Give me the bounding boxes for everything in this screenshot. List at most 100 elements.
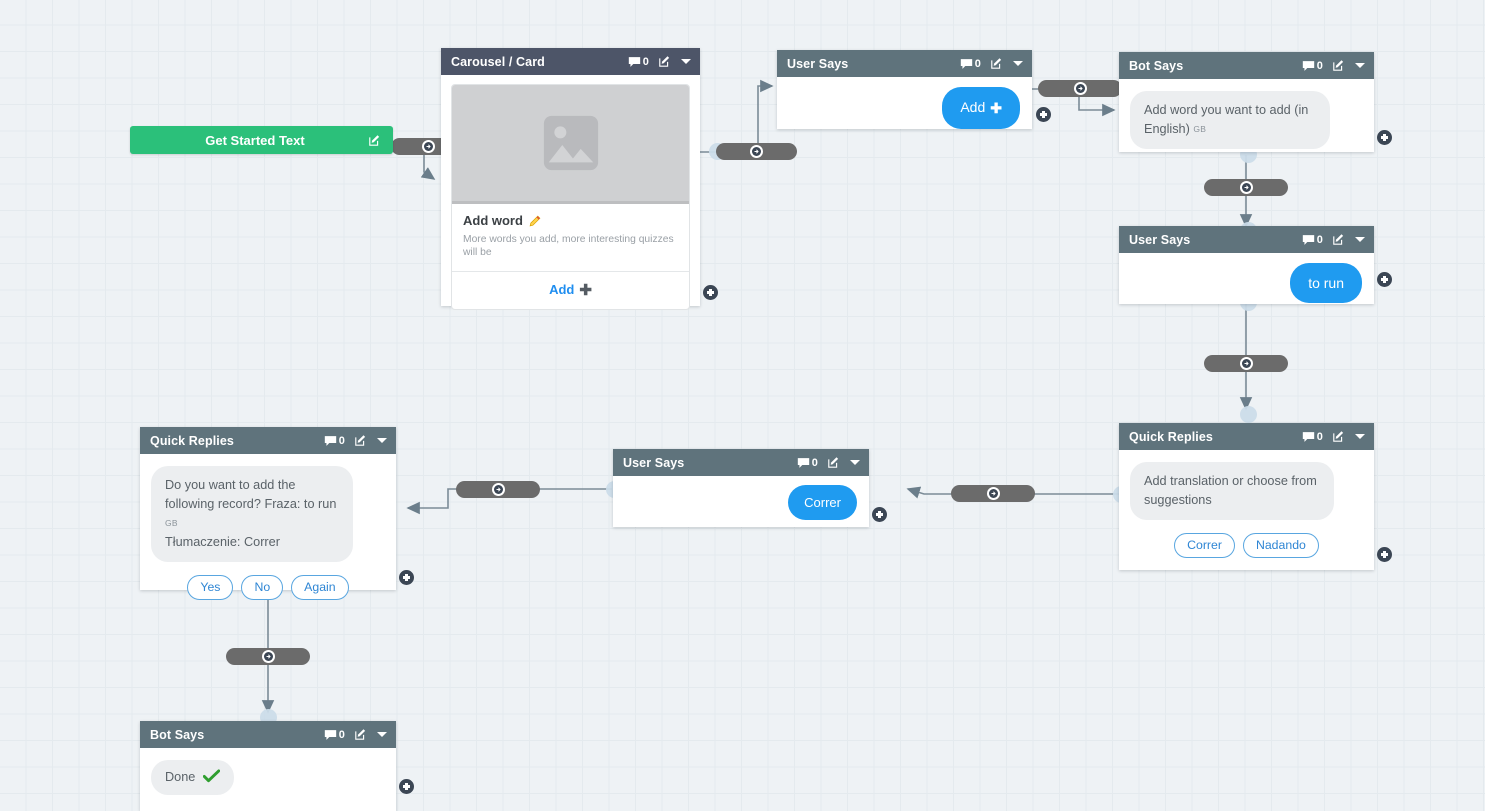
edit-icon[interactable] bbox=[658, 55, 671, 68]
language-flag: GB bbox=[165, 518, 178, 528]
node-header[interactable]: User Says 0 bbox=[613, 449, 869, 476]
comment-badge[interactable]: 0 bbox=[1302, 60, 1323, 72]
card-title-text: Add word bbox=[463, 213, 523, 228]
edit-icon[interactable] bbox=[827, 456, 840, 469]
quick-reply-chip[interactable]: Yes bbox=[187, 575, 234, 600]
quick-reply-chip[interactable]: Correr bbox=[1174, 533, 1235, 558]
flow-canvas[interactable]: Get Started Text Carousel / Card 0 Add w… bbox=[0, 0, 1485, 811]
bot-message-bubble[interactable]: Do you want to add the following record?… bbox=[151, 466, 353, 562]
node-user-says-to-run[interactable]: User Says 0 to run bbox=[1119, 226, 1392, 304]
comment-icon bbox=[1302, 234, 1314, 245]
bot-message-bubble[interactable]: Done bbox=[151, 760, 234, 795]
node-user-says-correr[interactable]: User Says 0 Correr bbox=[613, 449, 887, 527]
node-header[interactable]: User Says 0 bbox=[1119, 226, 1374, 253]
comment-badge[interactable]: 0 bbox=[960, 58, 981, 70]
add-node-port[interactable] bbox=[703, 285, 718, 300]
comment-badge[interactable]: 0 bbox=[1302, 234, 1323, 246]
chevron-down-icon[interactable] bbox=[1355, 63, 1365, 68]
connector-pill[interactable] bbox=[1204, 179, 1288, 196]
edit-icon[interactable] bbox=[1332, 233, 1345, 246]
connector-pill[interactable] bbox=[1038, 80, 1122, 97]
plus-icon: ✚ bbox=[990, 100, 1002, 116]
node-quick-replies-confirm[interactable]: Quick Replies 0 Do you want to add the f… bbox=[140, 427, 414, 600]
connector-arrow-icon bbox=[1073, 82, 1087, 95]
quick-reply-chip[interactable]: No bbox=[241, 575, 284, 600]
node-title: User Says bbox=[787, 56, 849, 71]
comment-count: 0 bbox=[1316, 430, 1323, 443]
plus-icon: ✚ bbox=[579, 282, 592, 299]
edit-icon[interactable] bbox=[990, 57, 1003, 70]
carousel-card[interactable]: Add word More words you add, more intere… bbox=[451, 84, 690, 310]
connector-arrow-icon bbox=[986, 487, 1000, 500]
add-node-port[interactable] bbox=[399, 570, 414, 585]
node-bot-says-done[interactable]: Bot Says 0 Done bbox=[140, 721, 414, 811]
chevron-down-icon[interactable] bbox=[681, 59, 691, 64]
connector-pill[interactable] bbox=[1204, 355, 1288, 372]
comment-count: 0 bbox=[1316, 59, 1323, 72]
chevron-down-icon[interactable] bbox=[1013, 61, 1023, 66]
chevron-down-icon[interactable] bbox=[1355, 237, 1365, 242]
check-icon bbox=[202, 769, 221, 783]
chevron-down-icon[interactable] bbox=[850, 460, 860, 465]
node-header[interactable]: Carousel / Card 0 bbox=[441, 48, 700, 75]
connector-arrow-icon bbox=[422, 140, 435, 153]
edit-icon[interactable] bbox=[1332, 59, 1345, 72]
connector-pill[interactable] bbox=[951, 485, 1035, 502]
get-started-button[interactable]: Get Started Text bbox=[130, 126, 393, 154]
comment-icon bbox=[324, 729, 336, 740]
user-message-text: Add bbox=[960, 99, 986, 115]
comment-badge[interactable]: 0 bbox=[797, 457, 818, 469]
quick-reply-chips: Correr Nadando bbox=[1130, 533, 1363, 558]
chevron-down-icon[interactable] bbox=[377, 732, 387, 737]
connector-pill[interactable] bbox=[226, 648, 310, 665]
chevron-down-icon[interactable] bbox=[377, 438, 387, 443]
edit-icon[interactable] bbox=[354, 434, 367, 447]
bot-message-bubble[interactable]: Add translation or choose from suggestio… bbox=[1130, 462, 1334, 520]
user-message-bubble[interactable]: Add ✚ bbox=[942, 87, 1020, 129]
quick-reply-chip[interactable]: Nadando bbox=[1242, 533, 1319, 558]
node-user-says-add[interactable]: User Says 0 Add ✚ bbox=[777, 50, 1051, 129]
node-bot-says-add-word[interactable]: Bot Says 0 Add word you want to add (in … bbox=[1119, 52, 1392, 152]
add-node-port[interactable] bbox=[872, 507, 887, 522]
card-add-label: Add bbox=[549, 282, 575, 297]
quick-reply-chip[interactable]: Again bbox=[291, 575, 349, 600]
port-dock[interactable] bbox=[1240, 406, 1257, 423]
comment-badge[interactable]: 0 bbox=[324, 435, 345, 447]
user-message-bubble[interactable]: to run bbox=[1290, 263, 1362, 303]
connector-arrow-icon bbox=[491, 483, 505, 496]
add-node-port[interactable] bbox=[1377, 272, 1392, 287]
node-header[interactable]: Bot Says 0 bbox=[140, 721, 396, 748]
quick-reply-chips: Yes No Again bbox=[151, 575, 385, 600]
language-flag: GB bbox=[1193, 124, 1207, 134]
comment-badge[interactable]: 0 bbox=[628, 56, 649, 68]
node-header[interactable]: Bot Says 0 bbox=[1119, 52, 1374, 79]
add-node-port[interactable] bbox=[1036, 107, 1051, 122]
node-header[interactable]: Quick Replies 0 bbox=[1119, 423, 1374, 450]
bot-message-text: Add word you want to add (in English) bbox=[1144, 103, 1309, 136]
card-subtitle: More words you add, more interesting qui… bbox=[463, 234, 674, 258]
add-node-port[interactable] bbox=[1377, 130, 1392, 145]
image-placeholder-icon bbox=[543, 115, 598, 171]
add-node-port[interactable] bbox=[399, 779, 414, 794]
connector-pill[interactable] bbox=[456, 481, 540, 498]
comment-badge[interactable]: 0 bbox=[324, 729, 345, 741]
edit-icon[interactable] bbox=[368, 134, 381, 147]
card-add-button[interactable]: Add ✚ bbox=[452, 271, 689, 309]
comment-count: 0 bbox=[642, 55, 649, 68]
node-header[interactable]: User Says 0 bbox=[777, 50, 1032, 77]
bot-message-bubble[interactable]: Add word you want to add (in English) GB bbox=[1130, 91, 1330, 149]
node-carousel-card[interactable]: Carousel / Card 0 Add word More words yo… bbox=[441, 48, 718, 310]
edit-icon[interactable] bbox=[1332, 430, 1345, 443]
connector-pill[interactable] bbox=[716, 143, 797, 160]
edit-icon[interactable] bbox=[354, 728, 367, 741]
add-node-port[interactable] bbox=[1377, 547, 1392, 562]
node-title: Bot Says bbox=[150, 727, 205, 742]
user-message-bubble[interactable]: Correr bbox=[788, 485, 857, 520]
comment-badge[interactable]: 0 bbox=[1302, 431, 1323, 443]
node-header[interactable]: Quick Replies 0 bbox=[140, 427, 396, 454]
card-image-placeholder[interactable] bbox=[452, 85, 689, 204]
node-quick-replies-translation[interactable]: Quick Replies 0 Add translation or choos… bbox=[1119, 423, 1392, 570]
pencil-icon[interactable] bbox=[528, 214, 542, 228]
comment-count: 0 bbox=[811, 456, 818, 469]
chevron-down-icon[interactable] bbox=[1355, 434, 1365, 439]
